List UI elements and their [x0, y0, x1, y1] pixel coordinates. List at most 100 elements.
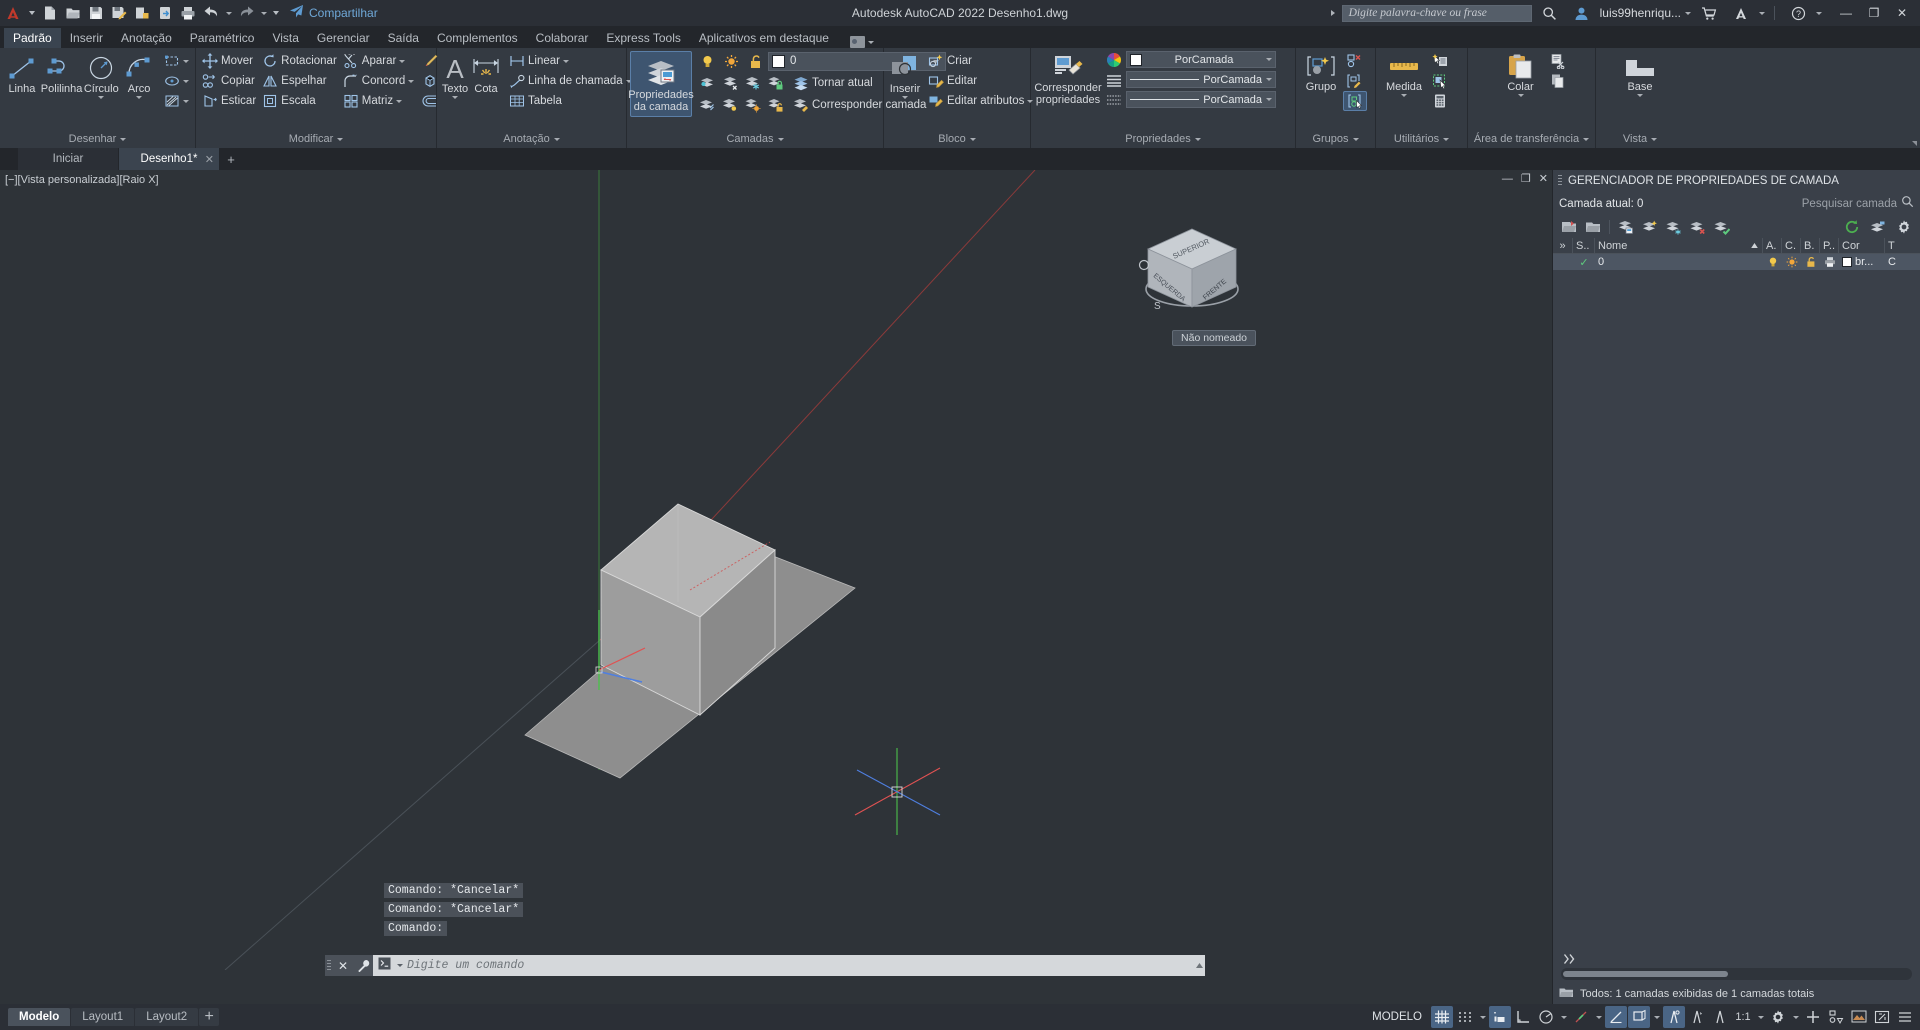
ribbon-tab-padrao[interactable]: Padrão: [4, 28, 61, 48]
close-button[interactable]: ✕: [1888, 1, 1916, 25]
row-layer-name[interactable]: 0: [1595, 254, 1763, 270]
tool-mover[interactable]: Mover: [199, 51, 259, 71]
ribbon-tab-aplicativos-destaque[interactable]: Aplicativos em destaque: [690, 28, 838, 48]
lightbulb-on-icon[interactable]: [696, 51, 718, 71]
tool-grupo[interactable]: Grupo: [1299, 51, 1343, 93]
desenhar-panel-caret-icon[interactable]: [120, 137, 127, 141]
grupos-panel-caret-icon[interactable]: [1352, 137, 1359, 141]
layer-unisolate-icon[interactable]: [696, 95, 718, 115]
new-layer-vp-frozen-icon[interactable]: [1663, 217, 1685, 237]
dynamic-ucs-toggle[interactable]: [1628, 1006, 1650, 1028]
tool-matriz[interactable]: Matriz: [340, 91, 417, 111]
tool-corresponder-propriedades[interactable]: Corresponder propriedades: [1034, 51, 1102, 106]
hachura-dropdown-icon[interactable]: [182, 99, 189, 103]
viewport-layer-override-icon[interactable]: [1867, 217, 1889, 237]
ribbon-tab-express-tools[interactable]: Express Tools: [597, 28, 689, 48]
set-current-layer-icon[interactable]: [1711, 217, 1733, 237]
dynamic-ucs-caret-icon[interactable]: [1651, 1006, 1662, 1028]
tool-texto[interactable]: A Texto: [440, 51, 470, 99]
isolate-objects-icon[interactable]: [1825, 1006, 1847, 1028]
row-freeze-icon[interactable]: [1782, 254, 1801, 270]
tool-circulo[interactable]: Círculo: [82, 51, 120, 99]
viewport-controls-label[interactable]: [−][Vista personalizada][Raio X]: [5, 174, 159, 186]
tool-calculadora[interactable]: [1429, 91, 1451, 111]
palette-grip-icon[interactable]: [1558, 175, 1562, 187]
layer-on-icon[interactable]: [719, 95, 741, 115]
tool-tornar-atual[interactable]: Tornar atual: [790, 73, 876, 93]
ribbon-tab-vista[interactable]: Vista: [263, 28, 307, 48]
help-icon[interactable]: ?: [1784, 1, 1812, 25]
save-as-icon[interactable]: [108, 2, 130, 24]
tool-circulo-dropdown-icon[interactable]: [98, 96, 105, 99]
tool-propriedades-da-camada[interactable]: Propriedades da camada: [628, 51, 694, 117]
tool-arco-dropdown-icon[interactable]: [136, 96, 143, 99]
object-lineweight-caret-icon[interactable]: [1266, 98, 1272, 101]
ribbon-tab-inserir[interactable]: Inserir: [61, 28, 112, 48]
help-search-input[interactable]: Digite palavra-chave ou frase: [1341, 4, 1532, 22]
ribbon-tab-parametrico[interactable]: Paramétrico: [181, 28, 264, 48]
propriedades-panel-caret-icon[interactable]: [1194, 137, 1201, 141]
file-tab-close-icon[interactable]: ✕: [205, 153, 214, 166]
tool-linear[interactable]: Linear: [506, 51, 635, 71]
command-line-scroll-up-icon[interactable]: [1193, 955, 1205, 976]
column-header-freeze[interactable]: C.: [1782, 237, 1801, 254]
object-snap-caret-icon[interactable]: [1593, 1006, 1604, 1028]
user-name-label[interactable]: luis99henriqu...: [1600, 6, 1681, 20]
column-header-plot[interactable]: P..: [1820, 237, 1839, 254]
ribbon-expand-arrow-icon[interactable]: [1912, 141, 1917, 146]
ribbon-tab-complementos[interactable]: Complementos: [428, 28, 527, 48]
graphics-performance-icon[interactable]: [1848, 1006, 1870, 1028]
tool-colar[interactable]: Colar: [1495, 51, 1547, 97]
plot-preview-icon[interactable]: [131, 2, 153, 24]
new-file-tab-button[interactable]: +: [220, 148, 242, 170]
ribbon-tab-colaborar[interactable]: Colaborar: [527, 28, 598, 48]
autocad-app-menu-icon[interactable]: [0, 0, 26, 26]
infer-constraints-toggle[interactable]: [1489, 1006, 1511, 1028]
column-header-name[interactable]: Nome: [1595, 237, 1763, 254]
layout-tab-layout2[interactable]: Layout2: [135, 1008, 199, 1026]
row-plot-icon[interactable]: [1820, 254, 1839, 270]
tool-aparar[interactable]: Aparar: [340, 51, 417, 71]
tool-editar-bloco[interactable]: Editar: [925, 71, 1036, 91]
object-color-combo[interactable]: PorCamada: [1126, 51, 1276, 68]
aparar-dropdown-icon[interactable]: [399, 59, 406, 63]
redo-caret-icon[interactable]: [258, 2, 269, 24]
customization-plus-icon[interactable]: [1802, 1006, 1824, 1028]
tool-tabela[interactable]: Tabela: [506, 91, 635, 111]
app-menu-caret-icon[interactable]: [26, 2, 37, 24]
customization-menu-icon[interactable]: [1894, 1006, 1916, 1028]
file-tab-iniciar[interactable]: Iniciar: [18, 148, 118, 170]
palette-title-bar[interactable]: GERENCIADOR DE PROPRIEDADES DE CAMADA: [1553, 170, 1920, 192]
tool-esticar[interactable]: Esticar: [199, 91, 259, 111]
tool-elipse[interactable]: [161, 71, 192, 91]
tool-escala[interactable]: Escala: [259, 91, 340, 111]
layout-tab-modelo[interactable]: Modelo: [8, 1008, 71, 1026]
lineweight-toggle[interactable]: [1686, 1006, 1708, 1028]
command-line[interactable]: ✕ Digite um comando: [325, 955, 1205, 976]
column-header-on[interactable]: A.: [1763, 237, 1782, 254]
layer-off-icon[interactable]: [719, 73, 741, 93]
column-header-lock[interactable]: B.: [1801, 237, 1820, 254]
tool-retangulo[interactable]: [161, 51, 192, 71]
layer-unlock-icon[interactable]: [765, 95, 787, 115]
transferencia-panel-caret-icon[interactable]: [1583, 137, 1590, 141]
ribbon-display-options[interactable]: [849, 36, 874, 48]
tool-medida[interactable]: Medida: [1379, 51, 1429, 97]
retangulo-dropdown-icon[interactable]: [182, 59, 189, 63]
polar-tracking-toggle[interactable]: [1535, 1006, 1557, 1028]
object-snap-toggle[interactable]: [1570, 1006, 1592, 1028]
row-linetype-cell[interactable]: C: [1885, 254, 1905, 270]
tool-copiar-clipboard[interactable]: [1547, 71, 1569, 91]
tool-espelhar[interactable]: Espelhar: [259, 71, 340, 91]
new-layer-icon[interactable]: [1639, 217, 1661, 237]
anotacao-panel-caret-icon[interactable]: [553, 137, 560, 141]
polar-tracking-caret-icon[interactable]: [1558, 1006, 1569, 1028]
object-linetype-caret-icon[interactable]: [1266, 78, 1272, 81]
workspace-caret-icon[interactable]: [1790, 1006, 1801, 1028]
drawing-canvas[interactable]: [−][Vista personalizada][Raio X] — ❐ ✕ S…: [0, 170, 1552, 1004]
apps-caret-icon[interactable]: [1759, 11, 1765, 15]
row-color-cell[interactable]: br...: [1839, 254, 1885, 270]
linear-dropdown-icon[interactable]: [562, 59, 569, 63]
bloco-panel-caret-icon[interactable]: [969, 137, 976, 141]
column-header-status[interactable]: S..: [1573, 237, 1595, 254]
